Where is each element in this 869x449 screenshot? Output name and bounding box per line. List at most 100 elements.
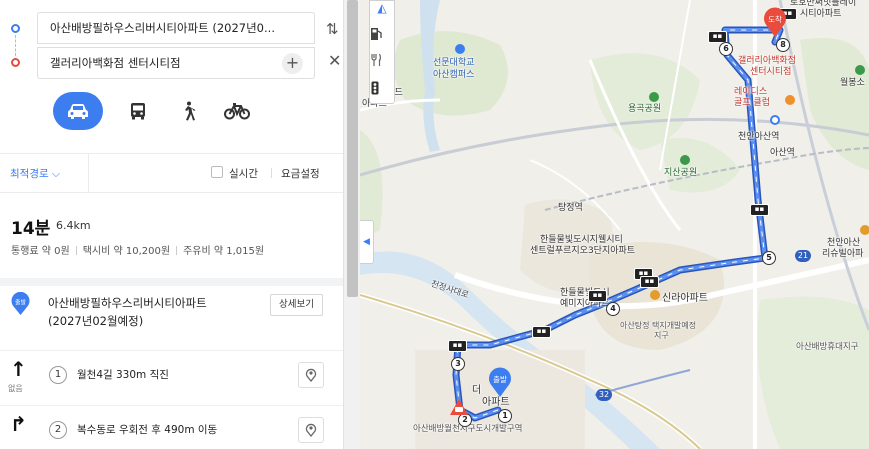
route-step[interactable]: ↱ 2 복수동로 우회전 후 490m 이동 <box>0 405 343 449</box>
waypoint-4-marker[interactable]: 4 <box>606 302 620 316</box>
car-icon <box>68 104 88 119</box>
map-label[interactable]: 아산캠퍼스 <box>433 70 474 81</box>
golf-icon[interactable] <box>785 95 795 105</box>
travel-time: 14분 <box>11 219 51 239</box>
traffic-camera-icon[interactable]: ▪▪ <box>640 276 659 288</box>
map-label[interactable]: 시티아파트 <box>800 9 841 20</box>
map-label[interactable]: 리슈빌아파 <box>822 249 863 260</box>
route-options-bar: 최적경로 ⌵ 실시간 요금설정 <box>0 153 343 193</box>
subway-station-icon[interactable] <box>770 115 780 125</box>
parking-icon[interactable] <box>370 23 394 45</box>
waypoint-5-marker[interactable]: 5 <box>762 251 776 265</box>
traffic-camera-icon[interactable]: ▪▪ <box>588 290 607 302</box>
destination-dot-icon <box>11 58 20 67</box>
toll-cost: 통행료 약 0원 <box>11 246 70 257</box>
restaurant-icon[interactable] <box>370 49 394 71</box>
route-summary: 14분 6.4km 통행료 약 0원 택시비 약 10,200원 주유비 약 1,0… <box>0 200 343 270</box>
map-label[interactable]: 한들물빛도시지웰시티 <box>540 235 623 246</box>
fuel-pump-icon <box>371 28 382 40</box>
map-label[interactable]: 지구 <box>654 330 669 341</box>
waypoint-6-marker[interactable]: 6 <box>719 42 733 56</box>
map-start-pin[interactable]: 출발 <box>487 366 513 398</box>
directions-app: 아산배방필하우스리버시티아파트 (2027년0... 갤러리아백화점 센터시티점… <box>0 0 869 449</box>
step-number: 1 <box>49 366 67 384</box>
destination-input[interactable]: 갤러리아백화점 센터시티점 <box>37 47 315 79</box>
step-location-button[interactable] <box>298 417 324 443</box>
map-label[interactable]: 천안아산역 <box>738 132 779 143</box>
map-label[interactable]: 아파트 <box>482 397 510 408</box>
realtime-label[interactable]: 실시간 <box>229 166 258 181</box>
divider <box>88 154 89 192</box>
compass-icon[interactable]: ◭ <box>370 0 394 19</box>
map-label[interactable]: 골프 클럽 <box>734 98 770 109</box>
map-destination-pin[interactable]: 도착 <box>762 6 788 38</box>
fee-settings-button[interactable]: 요금설정 <box>281 166 320 181</box>
traffic-icon[interactable] <box>370 77 394 99</box>
university-icon[interactable] <box>455 44 465 54</box>
map-view[interactable]: 선문대학교 아산캠퍼스 그랜드 아파트 용곡공원 지산공원 탕정역 천안아산역 … <box>360 0 869 449</box>
scrollbar-thumb[interactable] <box>347 0 358 297</box>
traffic-light-icon <box>371 81 379 95</box>
step-number: 2 <box>49 421 67 439</box>
add-waypoint-button[interactable]: + <box>282 53 303 74</box>
map-label[interactable]: 레이디스 <box>734 87 767 98</box>
close-route-button[interactable]: ✕ <box>328 52 343 70</box>
collapse-panel-button[interactable]: ◀ <box>360 220 374 264</box>
origin-input[interactable]: 아산배방필하우스리버시티아파트 (2027년0... <box>37 12 315 44</box>
map-label[interactable]: 갤러리아백화점 <box>738 56 796 67</box>
highway-32-shield: 32 <box>596 389 612 401</box>
realtime-checkbox[interactable] <box>211 166 223 178</box>
panel-scrollbar[interactable] <box>343 0 360 449</box>
map-label[interactable]: 탕정역 <box>558 203 583 214</box>
apartment-icon[interactable] <box>650 290 660 300</box>
cost-info: 통행료 약 0원 택시비 약 10,200원 주유비 약 1,015원 <box>11 242 264 257</box>
mode-car-button[interactable] <box>53 92 103 130</box>
map-label[interactable]: 지산공원 <box>664 168 697 179</box>
map-label[interactable]: 센터시티점 <box>750 67 791 78</box>
location-pin-icon <box>305 423 317 438</box>
traffic-camera-icon[interactable]: ▪▪ <box>448 340 467 352</box>
start-name-line2: (2027년02월예정) <box>48 314 144 328</box>
straight-arrow-icon: ↑ <box>10 357 27 381</box>
car-location-marker <box>449 398 469 416</box>
park-icon[interactable] <box>649 92 659 102</box>
origin-dot-icon <box>11 24 20 33</box>
walk-icon <box>185 101 196 121</box>
bus-icon <box>131 103 145 120</box>
map-label[interactable]: 센트럴푸르지오3단지아파트 <box>530 246 635 257</box>
details-button[interactable]: 상세보기 <box>270 294 323 316</box>
step-location-button[interactable] <box>298 362 324 388</box>
svg-text:도착: 도착 <box>768 15 782 24</box>
map-label[interactable]: 신라아파트 <box>662 293 708 304</box>
taxi-cost: 택시비 약 10,200원 <box>82 246 171 257</box>
waypoint-3-marker[interactable]: 3 <box>451 357 465 371</box>
waypoint-1-marker[interactable]: 1 <box>498 409 512 423</box>
mode-walk-button[interactable] <box>163 92 213 130</box>
map-label[interactable]: 천안아산 <box>827 238 860 249</box>
traffic-camera-icon[interactable]: ▪▪ <box>532 326 551 338</box>
map-label[interactable]: 아산배방휴대지구 <box>796 342 859 353</box>
step-instruction: 복수동로 우회전 후 490m 이동 <box>77 424 218 436</box>
map-label[interactable]: 선문대학교 <box>433 58 474 69</box>
map-label[interactable]: 로호반써밋플레이 <box>790 0 856 9</box>
svg-text:출발: 출발 <box>15 299 27 307</box>
map-label[interactable]: 아산역 <box>770 148 795 159</box>
map-label[interactable]: 월봉소 <box>840 78 865 89</box>
sort-dropdown[interactable]: 최적경로 ⌵ <box>10 166 60 181</box>
mode-bike-button[interactable] <box>212 92 262 130</box>
mode-transit-button[interactable] <box>113 92 163 130</box>
apartment-icon[interactable] <box>860 225 869 235</box>
swap-route-button[interactable]: ⇅ <box>326 20 342 38</box>
highway-21-shield: 21 <box>795 250 811 262</box>
waypoint-8-marker[interactable]: 8 <box>776 38 790 52</box>
route-step[interactable]: ↑ 없음 1 월천4길 330m 직진 <box>0 350 343 402</box>
map-label[interactable]: 더 <box>472 385 481 396</box>
start-pin-icon: 출발 <box>489 367 511 397</box>
start-place-name: 아산배방필하우스리버시티아파트 (2027년02월예정) <box>48 294 248 330</box>
park-icon[interactable] <box>855 65 865 75</box>
map-label[interactable]: 용곡공원 <box>628 104 661 115</box>
transport-mode-tabs <box>0 92 343 134</box>
step-instruction: 월천4길 330m 직진 <box>77 369 169 381</box>
park-icon[interactable] <box>680 155 690 165</box>
traffic-camera-icon[interactable]: ▪▪ <box>750 204 769 216</box>
